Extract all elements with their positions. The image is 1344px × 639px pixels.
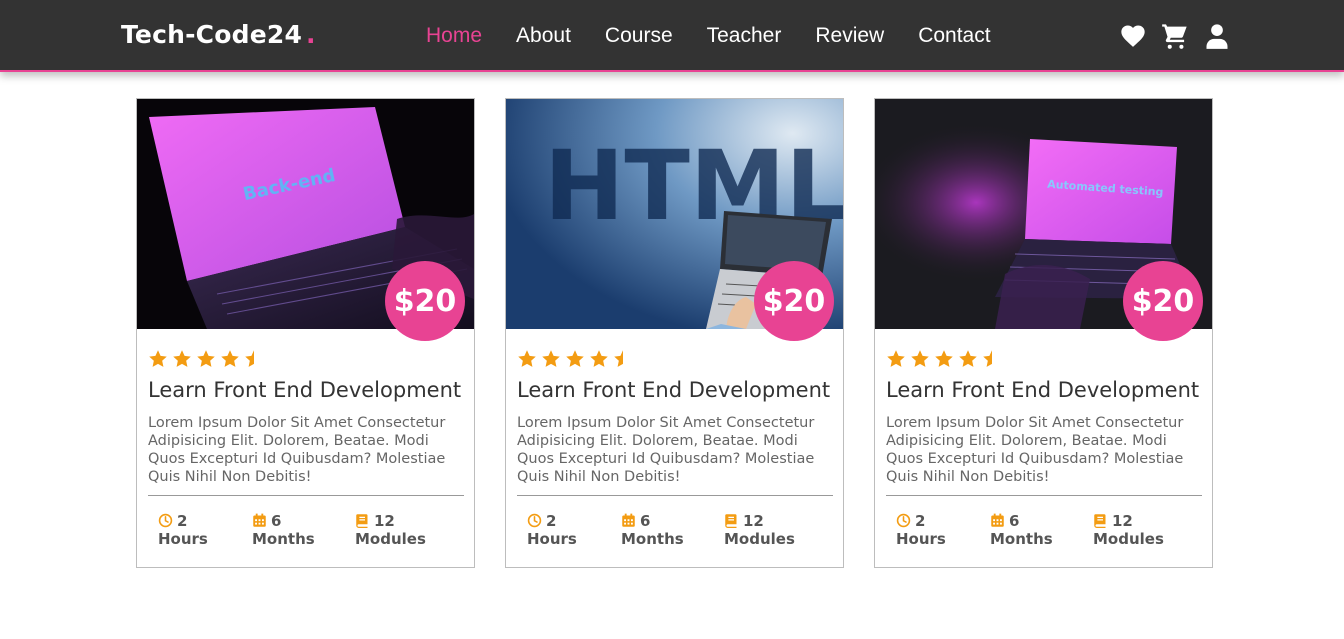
meta-months: 6 Months [990, 512, 1053, 548]
rating-stars [886, 349, 1002, 369]
divider [886, 495, 1202, 496]
star-icon [172, 349, 192, 369]
site-header: Tech-Code24. Home About Course Teacher R… [0, 0, 1344, 72]
logo[interactable]: Tech-Code24. [121, 20, 316, 49]
hours-label: Hours [527, 530, 577, 548]
modules-label: Modules [1093, 530, 1164, 548]
course-title[interactable]: Learn Front End Development [517, 378, 837, 402]
meta-modules: 12 Modules [355, 512, 426, 548]
logo-text: Tech-Code24 [121, 20, 303, 49]
hours-value: 2 [177, 512, 188, 530]
heart-icon[interactable] [1119, 22, 1147, 50]
star-icon [196, 349, 216, 369]
star-icon [220, 349, 240, 369]
months-value: 6 [640, 512, 651, 530]
course-card[interactable]: HTML $20 Learn Front End Development Lor… [505, 98, 844, 568]
star-icon [934, 349, 954, 369]
book-icon [1093, 513, 1108, 528]
course-description: Lorem Ipsum Dolor Sit Amet Consectetur A… [517, 415, 815, 485]
course-card[interactable]: Automated testing $20 Learn Front End De… [874, 98, 1213, 568]
course-description: Lorem Ipsum Dolor Sit Amet Consectetur A… [886, 415, 1184, 485]
price-badge: $20 [754, 261, 834, 341]
divider [148, 495, 464, 496]
calendar-icon [990, 513, 1005, 528]
months-value: 6 [271, 512, 282, 530]
clock-icon [158, 513, 173, 528]
header-icons [1119, 22, 1231, 50]
logo-dot: . [306, 20, 316, 49]
months-value: 6 [1009, 512, 1020, 530]
star-icon [148, 349, 168, 369]
months-label: Months [621, 530, 684, 548]
half-star-icon [982, 349, 1002, 369]
star-icon [541, 349, 561, 369]
price-badge: $20 [1123, 261, 1203, 341]
nav-home[interactable]: Home [426, 24, 482, 48]
modules-value: 12 [1112, 512, 1133, 530]
star-icon [958, 349, 978, 369]
star-icon [910, 349, 930, 369]
meta-hours: 2 Hours [527, 512, 577, 548]
hours-label: Hours [896, 530, 946, 548]
cart-icon[interactable] [1161, 22, 1189, 50]
star-icon [565, 349, 585, 369]
hours-value: 2 [915, 512, 926, 530]
hours-value: 2 [546, 512, 557, 530]
hours-label: Hours [158, 530, 208, 548]
course-description: Lorem Ipsum Dolor Sit Amet Consectetur A… [148, 415, 446, 485]
modules-value: 12 [743, 512, 764, 530]
nav-course[interactable]: Course [605, 24, 673, 48]
months-label: Months [252, 530, 315, 548]
divider [517, 495, 833, 496]
meta-modules: 12 Modules [724, 512, 795, 548]
book-icon [355, 513, 370, 528]
star-icon [589, 349, 609, 369]
modules-label: Modules [724, 530, 795, 548]
star-icon [517, 349, 537, 369]
meta-hours: 2 Hours [896, 512, 946, 548]
modules-value: 12 [374, 512, 395, 530]
meta-modules: 12 Modules [1093, 512, 1164, 548]
star-icon [886, 349, 906, 369]
months-label: Months [990, 530, 1053, 548]
course-title[interactable]: Learn Front End Development [886, 378, 1206, 402]
clock-icon [896, 513, 911, 528]
calendar-icon [252, 513, 267, 528]
user-icon[interactable] [1203, 22, 1231, 50]
nav-about[interactable]: About [516, 24, 571, 48]
modules-label: Modules [355, 530, 426, 548]
clock-icon [527, 513, 542, 528]
half-star-icon [613, 349, 633, 369]
calendar-icon [621, 513, 636, 528]
meta-months: 6 Months [621, 512, 684, 548]
nav-review[interactable]: Review [815, 24, 884, 48]
main-nav: Home About Course Teacher Review Contact [426, 24, 1025, 48]
course-title[interactable]: Learn Front End Development [148, 378, 468, 402]
rating-stars [517, 349, 633, 369]
nav-teacher[interactable]: Teacher [707, 24, 782, 48]
meta-hours: 2 Hours [158, 512, 208, 548]
book-icon [724, 513, 739, 528]
nav-contact[interactable]: Contact [918, 24, 990, 48]
half-star-icon [244, 349, 264, 369]
price-badge: $20 [385, 261, 465, 341]
meta-months: 6 Months [252, 512, 315, 548]
rating-stars [148, 349, 264, 369]
course-card[interactable]: Back-end $20 Learn Front End Development… [136, 98, 475, 568]
